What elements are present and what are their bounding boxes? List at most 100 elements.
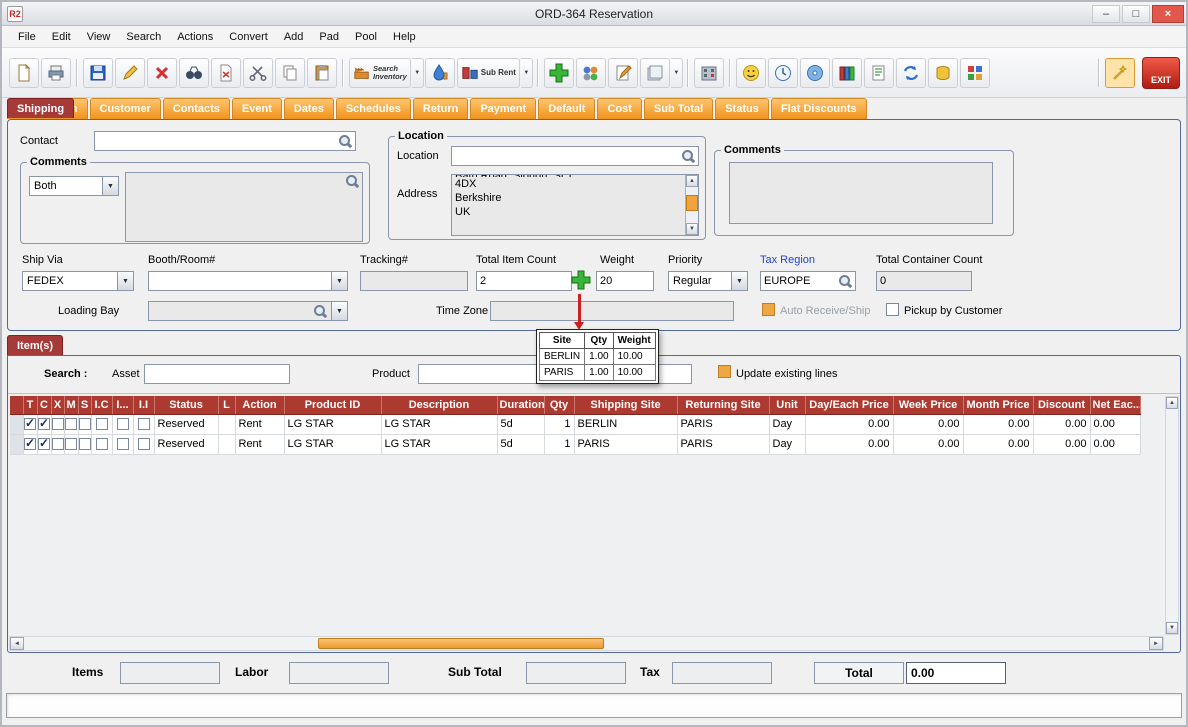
expand-sites-plus-button[interactable] — [571, 270, 591, 290]
search-icon[interactable] — [838, 274, 852, 288]
cut-scissors-button[interactable] — [243, 58, 273, 88]
horizontal-scrollbar[interactable]: ◄ ► — [9, 636, 1164, 651]
checkbox-cell[interactable] — [37, 434, 51, 454]
col-header[interactable]: Month Price — [963, 396, 1033, 414]
search-inventory-dropdown[interactable]: ▼ — [412, 58, 424, 88]
tab-dates[interactable]: Dates — [284, 98, 334, 119]
print-button[interactable] — [41, 58, 71, 88]
pickup-checkbox[interactable] — [886, 303, 899, 316]
tab-items[interactable]: Item(s) — [7, 335, 63, 355]
contact-input[interactable] — [94, 131, 356, 151]
checkbox-cell[interactable] — [91, 414, 112, 434]
menu-pad[interactable]: Pad — [311, 29, 347, 45]
col-header[interactable]: Unit — [769, 396, 805, 414]
menu-add[interactable]: Add — [276, 29, 312, 45]
checkbox-cell[interactable] — [64, 434, 78, 454]
search-inventory-button[interactable]: SearchInventory — [349, 58, 411, 88]
close-button[interactable]: × — [1152, 5, 1184, 23]
maximize-button[interactable]: □ — [1122, 5, 1150, 23]
booth-room-select[interactable]: ▼ — [148, 271, 348, 291]
scroll-left-icon[interactable]: ◄ — [10, 637, 24, 650]
search-icon[interactable] — [345, 174, 359, 188]
tab-customer[interactable]: Customer — [90, 98, 161, 119]
copy-button[interactable] — [275, 58, 305, 88]
pad-stack-dropdown[interactable]: ▼ — [671, 58, 683, 88]
col-header[interactable]: M — [64, 396, 78, 414]
priority-select[interactable]: Regular▼ — [668, 271, 748, 291]
search-icon[interactable] — [313, 304, 327, 318]
col-header[interactable]: Status — [154, 396, 218, 414]
col-header[interactable]: Description — [381, 396, 497, 414]
row-selector[interactable] — [10, 434, 23, 454]
checkbox-cell[interactable] — [112, 434, 133, 454]
edit-pencil-button[interactable] — [115, 58, 145, 88]
col-header[interactable]: I.I — [133, 396, 154, 414]
col-header[interactable]: Shipping Site — [574, 396, 677, 414]
total-container-count-input[interactable]: 0 — [876, 271, 972, 291]
group-items-button[interactable] — [576, 58, 606, 88]
exit-button[interactable]: EXIT — [1142, 57, 1180, 89]
catalog-books-button[interactable] — [832, 58, 862, 88]
color-cubes-button[interactable] — [960, 58, 990, 88]
menu-view[interactable]: View — [79, 29, 119, 45]
vertical-scrollbar[interactable]: ▲ ▼ — [1165, 396, 1179, 635]
address-scrollbar[interactable]: ▲ ▼ — [685, 175, 698, 235]
new-document-button[interactable] — [9, 58, 39, 88]
search-icon[interactable] — [338, 134, 352, 148]
menu-help[interactable]: Help — [385, 29, 424, 45]
update-existing-lines-checkbox[interactable] — [718, 365, 731, 378]
scroll-thumb[interactable] — [318, 638, 604, 649]
fill-drop-button[interactable] — [425, 58, 455, 88]
scroll-down-icon[interactable]: ▼ — [686, 223, 698, 235]
scroll-down-icon[interactable]: ▼ — [1166, 622, 1178, 634]
menu-pool[interactable]: Pool — [347, 29, 385, 45]
edit-note-button[interactable] — [608, 58, 638, 88]
ship-via-select[interactable]: FEDEX▼ — [22, 271, 134, 291]
checkbox-cell[interactable] — [112, 414, 133, 434]
tab-flat-discounts[interactable]: Flat Discounts — [771, 98, 867, 119]
comments-left-textarea[interactable] — [125, 172, 363, 242]
checkbox-cell[interactable] — [133, 434, 154, 454]
tab-shipping[interactable]: Shipping — [7, 98, 74, 118]
chevron-down-icon[interactable]: ▼ — [731, 271, 748, 291]
col-header[interactable]: X — [51, 396, 64, 414]
col-header[interactable]: Qty — [544, 396, 574, 414]
disc-button[interactable] — [800, 58, 830, 88]
col-header[interactable]: I... — [112, 396, 133, 414]
pad-stack-button[interactable] — [640, 58, 670, 88]
checkbox-cell[interactable] — [91, 434, 112, 454]
comments-right-textarea[interactable] — [729, 162, 993, 224]
add-plus-button[interactable] — [544, 58, 574, 88]
chevron-down-icon[interactable]: ▼ — [102, 176, 119, 196]
col-header[interactable]: Day/Each Price — [805, 396, 893, 414]
tab-schedules[interactable]: Schedules — [336, 98, 411, 119]
weight-input[interactable]: 20 — [596, 271, 654, 291]
tab-cost[interactable]: Cost — [597, 98, 641, 119]
table-row[interactable]: Reserved Rent LG STAR LG STAR 5d 1 PARIS… — [10, 434, 1140, 454]
checkbox-cell[interactable] — [51, 434, 64, 454]
tab-contacts[interactable]: Contacts — [163, 98, 230, 119]
checkbox-cell[interactable] — [64, 414, 78, 434]
site-building-button[interactable] — [694, 58, 724, 88]
col-header[interactable]: S — [78, 396, 91, 414]
sub-rent-button[interactable]: Sub Rent — [457, 58, 520, 88]
sub-rent-dropdown[interactable]: ▼ — [521, 58, 533, 88]
save-button[interactable] — [83, 58, 113, 88]
comments-filter-select[interactable]: Both▼ — [29, 176, 119, 196]
tab-event[interactable]: Event — [232, 98, 282, 119]
checkbox-cell[interactable] — [133, 414, 154, 434]
col-header[interactable]: L — [218, 396, 235, 414]
tab-status[interactable]: Status — [715, 98, 769, 119]
col-header[interactable]: Product ID — [284, 396, 381, 414]
total-item-count-input[interactable]: 2 — [476, 271, 572, 291]
checkbox-cell[interactable] — [37, 414, 51, 434]
menu-search[interactable]: Search — [118, 29, 169, 45]
tab-return[interactable]: Return — [413, 98, 468, 119]
menu-edit[interactable]: Edit — [44, 29, 79, 45]
row-selector[interactable] — [10, 414, 23, 434]
wand-button[interactable] — [1105, 58, 1135, 88]
checkbox-cell[interactable] — [23, 434, 37, 454]
checkbox-cell[interactable] — [78, 434, 91, 454]
chevron-down-icon[interactable]: ▼ — [331, 271, 348, 291]
time-zone-input[interactable] — [490, 301, 734, 321]
